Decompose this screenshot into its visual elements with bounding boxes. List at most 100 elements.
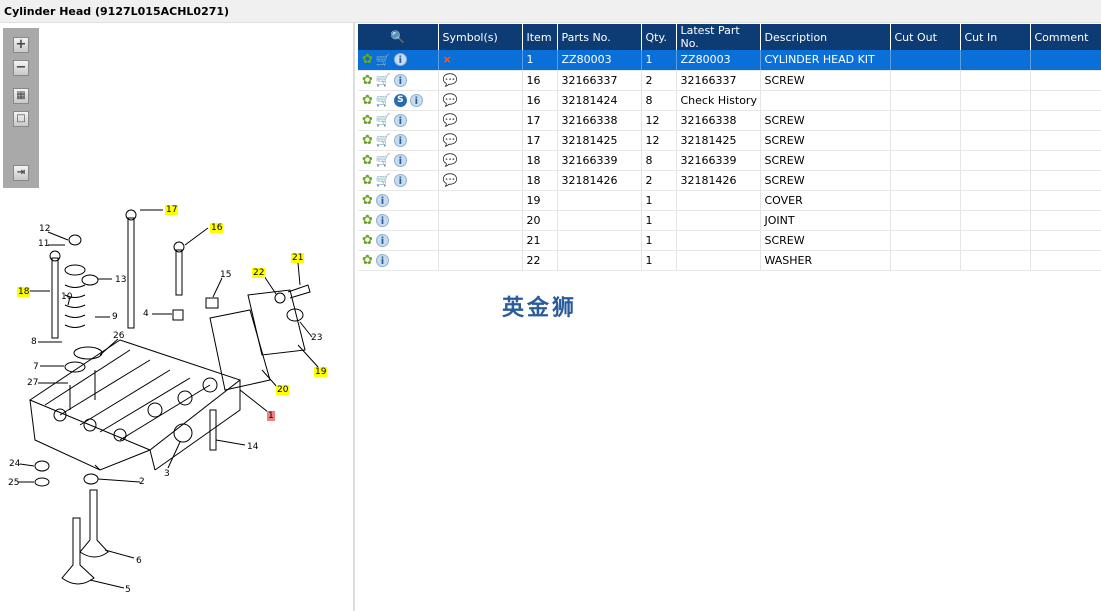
callout-27[interactable]: 27 — [26, 378, 39, 388]
comment-bubble-icon[interactable]: 💬 — [443, 93, 458, 107]
cart-icon[interactable]: 🛒 — [376, 53, 391, 67]
cart-icon[interactable]: 🛒 — [376, 153, 391, 167]
symbol-cell: × — [438, 50, 523, 71]
callout-15[interactable]: 15 — [219, 270, 232, 280]
info-icon[interactable]: i — [393, 153, 407, 167]
gear-icon[interactable]: ✿ — [362, 213, 373, 228]
comment-cell[interactable] — [1030, 150, 1101, 171]
callout-21[interactable]: 21 — [291, 253, 305, 263]
table-row[interactable]: ✿ 🛒 i 💬 16 32166337 2 32166337 SCREW — [358, 70, 1101, 91]
info-icon[interactable]: i — [375, 193, 389, 207]
comment-cell[interactable] — [1030, 50, 1101, 71]
cart-icon[interactable]: 🛒 — [376, 93, 391, 107]
callout-2[interactable]: 2 — [138, 477, 146, 487]
magnifier-icon[interactable]: 🔍 — [390, 30, 405, 44]
cross-icon[interactable]: × — [443, 53, 452, 66]
table-row[interactable]: ✿ 🛒 i 💬 17 32181425 12 32181425 SCREW — [358, 130, 1101, 151]
gear-icon[interactable]: ✿ — [362, 153, 373, 168]
comment-cell[interactable] — [1030, 170, 1101, 191]
column-header[interactable]: Cut Out — [890, 24, 961, 50]
callout-8[interactable]: 8 — [30, 337, 38, 347]
comment-cell[interactable] — [1030, 130, 1101, 151]
table-row[interactable]: ✿ i 21 1 SCREW — [358, 230, 1101, 251]
info-icon[interactable]: i — [393, 173, 407, 187]
comment-cell[interactable] — [1030, 90, 1101, 111]
info-icon[interactable]: i — [375, 253, 389, 267]
gear-icon[interactable]: ✿ — [362, 173, 373, 188]
info-icon[interactable]: i — [393, 53, 407, 67]
comment-bubble-icon[interactable]: 💬 — [443, 113, 458, 127]
column-header[interactable]: Item — [522, 24, 558, 50]
cart-icon[interactable]: 🛒 — [376, 113, 391, 127]
comment-cell[interactable] — [1030, 110, 1101, 131]
table-row[interactable]: ✿ 🛒 i 💬 18 32166339 8 32166339 SCREW — [358, 150, 1101, 171]
column-header[interactable]: Cut In — [960, 24, 1031, 50]
callout-13[interactable]: 13 — [114, 275, 127, 285]
info-icon[interactable]: i — [375, 233, 389, 247]
gear-icon[interactable]: ✿ — [362, 73, 373, 88]
callout-26[interactable]: 26 — [112, 331, 125, 341]
info-icon[interactable]: i — [393, 113, 407, 127]
table-row[interactable]: ✿ 🛒 i 💬 17 32166338 12 32166338 SCREW — [358, 110, 1101, 131]
column-header[interactable]: Parts No. — [557, 24, 642, 50]
callout-16[interactable]: 16 — [210, 223, 224, 233]
callout-9[interactable]: 9 — [111, 312, 119, 322]
callout-12[interactable]: 12 — [38, 224, 51, 234]
callout-4[interactable]: 4 — [142, 309, 150, 319]
gear-icon[interactable]: ✿ — [362, 52, 373, 67]
comment-bubble-icon[interactable]: 💬 — [443, 153, 458, 167]
callout-19[interactable]: 19 — [314, 367, 328, 377]
gear-icon[interactable]: ✿ — [362, 133, 373, 148]
gear-icon[interactable]: ✿ — [362, 113, 373, 128]
callout-1[interactable]: 1 — [267, 411, 275, 421]
callout-17[interactable]: 17 — [165, 205, 179, 215]
table-row[interactable]: ✿ 🛒 i 💬 18 32181426 2 32181426 SCREW — [358, 170, 1101, 191]
column-header[interactable]: Qty. — [641, 24, 677, 50]
info-icon[interactable]: i — [375, 213, 389, 227]
callout-24[interactable]: 24 — [8, 459, 21, 469]
s-badge-icon[interactable]: S — [393, 93, 407, 107]
callout-5[interactable]: 5 — [124, 585, 132, 595]
gear-icon[interactable]: ✿ — [362, 193, 373, 208]
callout-25[interactable]: 25 — [7, 478, 20, 488]
comment-cell[interactable] — [1030, 190, 1101, 211]
info-icon[interactable]: i — [393, 133, 407, 147]
table-row[interactable]: ✿ i 19 1 COVER — [358, 190, 1101, 211]
gear-icon[interactable]: ✿ — [362, 93, 373, 108]
part-cell: 32181425 — [557, 130, 642, 151]
comment-bubble-icon[interactable]: 💬 — [443, 173, 458, 187]
gear-icon[interactable]: ✿ — [362, 253, 373, 268]
callout-6[interactable]: 6 — [135, 556, 143, 566]
callout-7[interactable]: 7 — [32, 362, 40, 372]
column-header[interactable]: Description — [760, 24, 891, 50]
column-header[interactable]: Comment — [1030, 24, 1101, 50]
callout-3[interactable]: 3 — [163, 469, 171, 479]
column-header[interactable]: Symbol(s) — [438, 24, 523, 50]
table-row[interactable]: ✿ 🛒 i × 1 ZZ80003 1 ZZ80003 CYLINDER HEAD KIT — [358, 50, 1101, 71]
callout-14[interactable]: 14 — [246, 442, 259, 452]
table-row[interactable]: ✿ i 22 1 WASHER — [358, 250, 1101, 271]
cart-icon[interactable]: 🛒 — [376, 73, 391, 87]
callout-18[interactable]: 18 — [17, 287, 31, 297]
cart-icon[interactable]: 🛒 — [376, 173, 391, 187]
callout-20[interactable]: 20 — [276, 385, 290, 395]
comment-bubble-icon[interactable]: 💬 — [443, 73, 458, 87]
table-row[interactable]: ✿ 🛒 Si 💬 16 32181424 8 Check History — [358, 90, 1101, 111]
info-icon[interactable]: i — [409, 93, 423, 107]
diagram-panel[interactable]: + − ▦ □ ⇥ 17 16 12 11 13 18 10 9 15 22 21 4 26 8 23 7 19… — [0, 23, 355, 611]
callout-22[interactable]: 22 — [252, 268, 266, 278]
comment-bubble-icon[interactable]: 💬 — [443, 133, 458, 147]
callout-10[interactable]: 10 — [60, 292, 73, 302]
comment-cell[interactable] — [1030, 250, 1101, 271]
info-icon[interactable]: i — [393, 73, 407, 87]
table-row[interactable]: ✿ i 20 1 JOINT — [358, 210, 1101, 231]
search-column-header[interactable]: 🔍 — [358, 24, 439, 50]
column-header[interactable]: Latest Part No. — [676, 24, 761, 50]
comment-cell[interactable] — [1030, 210, 1101, 231]
cart-icon[interactable]: 🛒 — [376, 133, 391, 147]
gear-icon[interactable]: ✿ — [362, 233, 373, 248]
callout-23[interactable]: 23 — [310, 333, 323, 343]
comment-cell[interactable] — [1030, 70, 1101, 91]
callout-11[interactable]: 11 — [37, 239, 50, 249]
comment-cell[interactable] — [1030, 230, 1101, 251]
